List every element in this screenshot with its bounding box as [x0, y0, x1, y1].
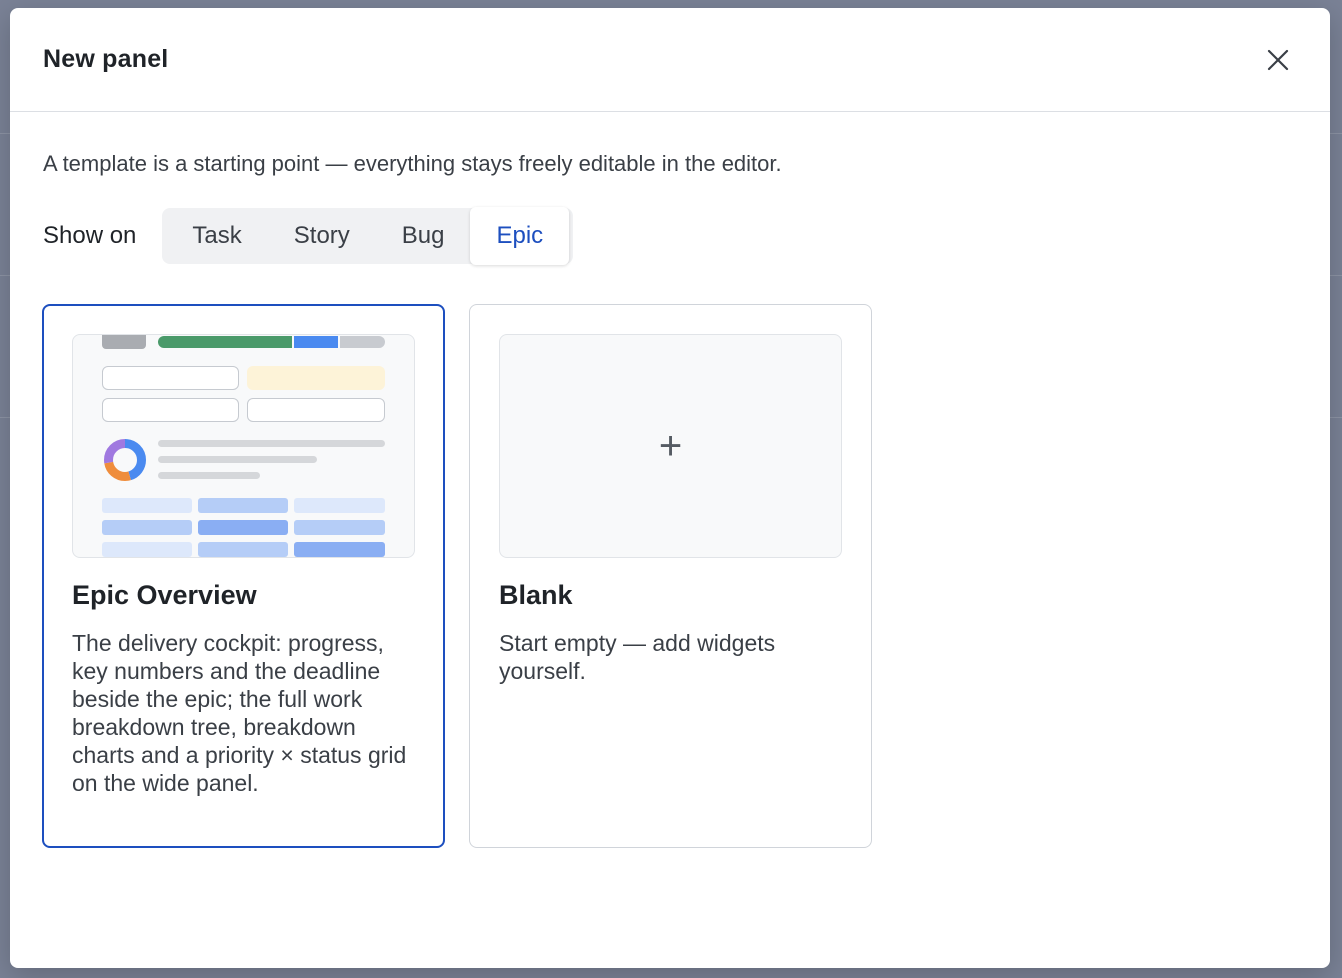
dialog-description: A template is a starting point — everyth…	[43, 151, 782, 176]
preview-grid-cell	[198, 520, 288, 535]
preview-tree-line	[158, 456, 317, 463]
blank-preview: +	[499, 334, 842, 558]
preview-grid-cell	[294, 498, 385, 513]
segment-bug[interactable]: Bug	[376, 208, 471, 264]
preview-tree-line	[158, 472, 260, 479]
preview-grid-cell	[102, 498, 192, 513]
template-card-blank[interactable]: + Blank Start empty — add widgets yourse…	[469, 304, 872, 848]
preview-grid-cell	[198, 542, 288, 557]
preview-grid-cell	[102, 542, 192, 557]
preview-deadline-tile	[247, 366, 385, 390]
template-list: Epic Overview The delivery cockpit: prog…	[42, 304, 872, 848]
preview-label-chip	[102, 335, 146, 349]
preview-tree-line	[158, 440, 385, 447]
template-title: Epic Overview	[72, 580, 257, 610]
template-description: Start empty — add widgets yourself.	[499, 630, 776, 684]
preview-progress-remaining	[340, 336, 385, 348]
preview-grid-cell	[198, 498, 288, 513]
preview-stat-tile	[102, 398, 239, 422]
close-button[interactable]	[1258, 40, 1298, 80]
preview-stat-tile	[102, 366, 239, 390]
preview-grid-cell	[102, 520, 192, 535]
dialog-title: New panel	[43, 45, 169, 73]
close-icon	[1267, 49, 1289, 70]
show-on-selector: Show on Task Story Bug Epic	[43, 207, 574, 265]
dialog-header: New panel	[10, 8, 1330, 112]
template-title: Blank	[499, 580, 573, 610]
segment-epic[interactable]: Epic	[470, 207, 570, 265]
template-card-epic-overview[interactable]: Epic Overview The delivery cockpit: prog…	[42, 304, 445, 848]
preview-grid-cell	[294, 542, 385, 557]
issue-type-segmented-control: Task Story Bug Epic	[162, 207, 574, 265]
show-on-label: Show on	[43, 222, 137, 249]
preview-grid-cell	[294, 520, 385, 535]
preview-progress-done	[158, 336, 292, 348]
preview-donut-chart	[104, 439, 146, 481]
segment-task[interactable]: Task	[166, 208, 267, 264]
preview-stat-tile	[247, 398, 385, 422]
preview-progress-active	[294, 336, 338, 348]
plus-icon: +	[658, 424, 683, 468]
template-description: The delivery cockpit: progress, key numb…	[72, 630, 407, 796]
segment-story[interactable]: Story	[268, 208, 376, 264]
dashboard-preview	[72, 334, 415, 558]
new-panel-dialog: New panel A template is a starting point…	[10, 8, 1330, 968]
